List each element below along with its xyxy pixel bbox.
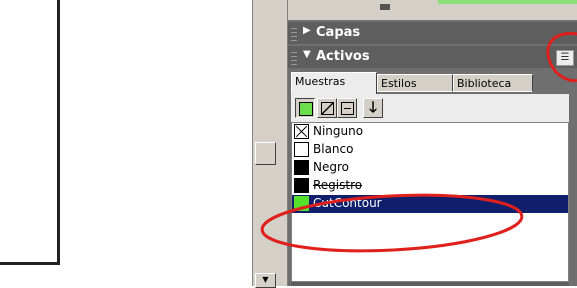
grip-icon[interactable] xyxy=(291,49,297,65)
panel-tabs: Muestras Estilos Biblioteca xyxy=(291,72,569,94)
swatch-name: Negro xyxy=(313,160,349,174)
page-edge-bottom xyxy=(0,262,60,265)
swatch-row-registro[interactable]: Registro xyxy=(292,177,568,195)
palette-top-strip xyxy=(288,0,577,20)
panel-activos-header[interactable]: ▼ Activos ☰ xyxy=(288,46,577,68)
fill-icon xyxy=(299,102,313,116)
page-edge-right xyxy=(57,0,60,264)
color-swatch xyxy=(294,178,309,193)
none-swatch-icon xyxy=(294,124,309,139)
swatch-name: Blanco xyxy=(313,142,354,156)
color-swatch xyxy=(294,142,309,157)
swatch-row-cutcontour[interactable]: CutContour xyxy=(292,195,568,213)
panel-title: Capas xyxy=(316,25,361,40)
swatch-row-negro[interactable]: Negro xyxy=(292,159,568,177)
vertical-scrollbar[interactable]: ▼ xyxy=(252,0,278,288)
tab-estilos[interactable]: Estilos xyxy=(377,74,453,92)
dropdown-icon[interactable] xyxy=(380,4,390,10)
arrow-down-icon: ▼ xyxy=(262,275,269,284)
swatch-row-blanco[interactable]: Blanco xyxy=(292,141,568,159)
swatch-list: Ninguno Blanco Negro Registro CutContour xyxy=(291,122,569,282)
panel-bottom-edge xyxy=(291,282,569,286)
color-swatch xyxy=(294,160,309,175)
fill-button[interactable] xyxy=(295,98,315,118)
expand-triangle-icon[interactable]: ▶ xyxy=(303,25,311,36)
color-swatch xyxy=(294,196,309,211)
swatch-name: Registro xyxy=(313,178,363,192)
swatch-row-ninguno[interactable]: Ninguno xyxy=(292,123,568,141)
stroke-button[interactable] xyxy=(317,98,337,118)
swatch-toolbar: 🡓 xyxy=(291,94,569,122)
text-icon xyxy=(341,102,354,115)
tab-biblioteca[interactable]: Biblioteca xyxy=(453,74,533,92)
arrow-down-icon: 🡓 xyxy=(369,98,377,116)
tab-muestras[interactable]: Muestras xyxy=(291,72,377,94)
swatch-name: Ninguno xyxy=(313,124,364,138)
palette-divider[interactable] xyxy=(277,0,288,286)
stroke-icon xyxy=(321,102,334,115)
palette-dock: ▶ Capas ▼ Activos ☰ Muestras Estilos Bib… xyxy=(288,0,577,286)
document-canvas[interactable] xyxy=(0,0,252,286)
panel-capas-header[interactable]: ▶ Capas xyxy=(288,22,577,44)
swatch-name: CutContour xyxy=(313,196,382,210)
text-button[interactable] xyxy=(337,98,357,118)
scroll-thumb[interactable] xyxy=(255,142,276,165)
color-strip xyxy=(438,0,577,4)
panel-menu-icon[interactable]: ☰ xyxy=(556,50,574,66)
arrow-button[interactable]: 🡓 xyxy=(363,98,383,118)
collapse-triangle-icon[interactable]: ▼ xyxy=(303,49,311,60)
panel-title: Activos xyxy=(316,49,370,64)
grip-icon[interactable] xyxy=(291,25,297,41)
